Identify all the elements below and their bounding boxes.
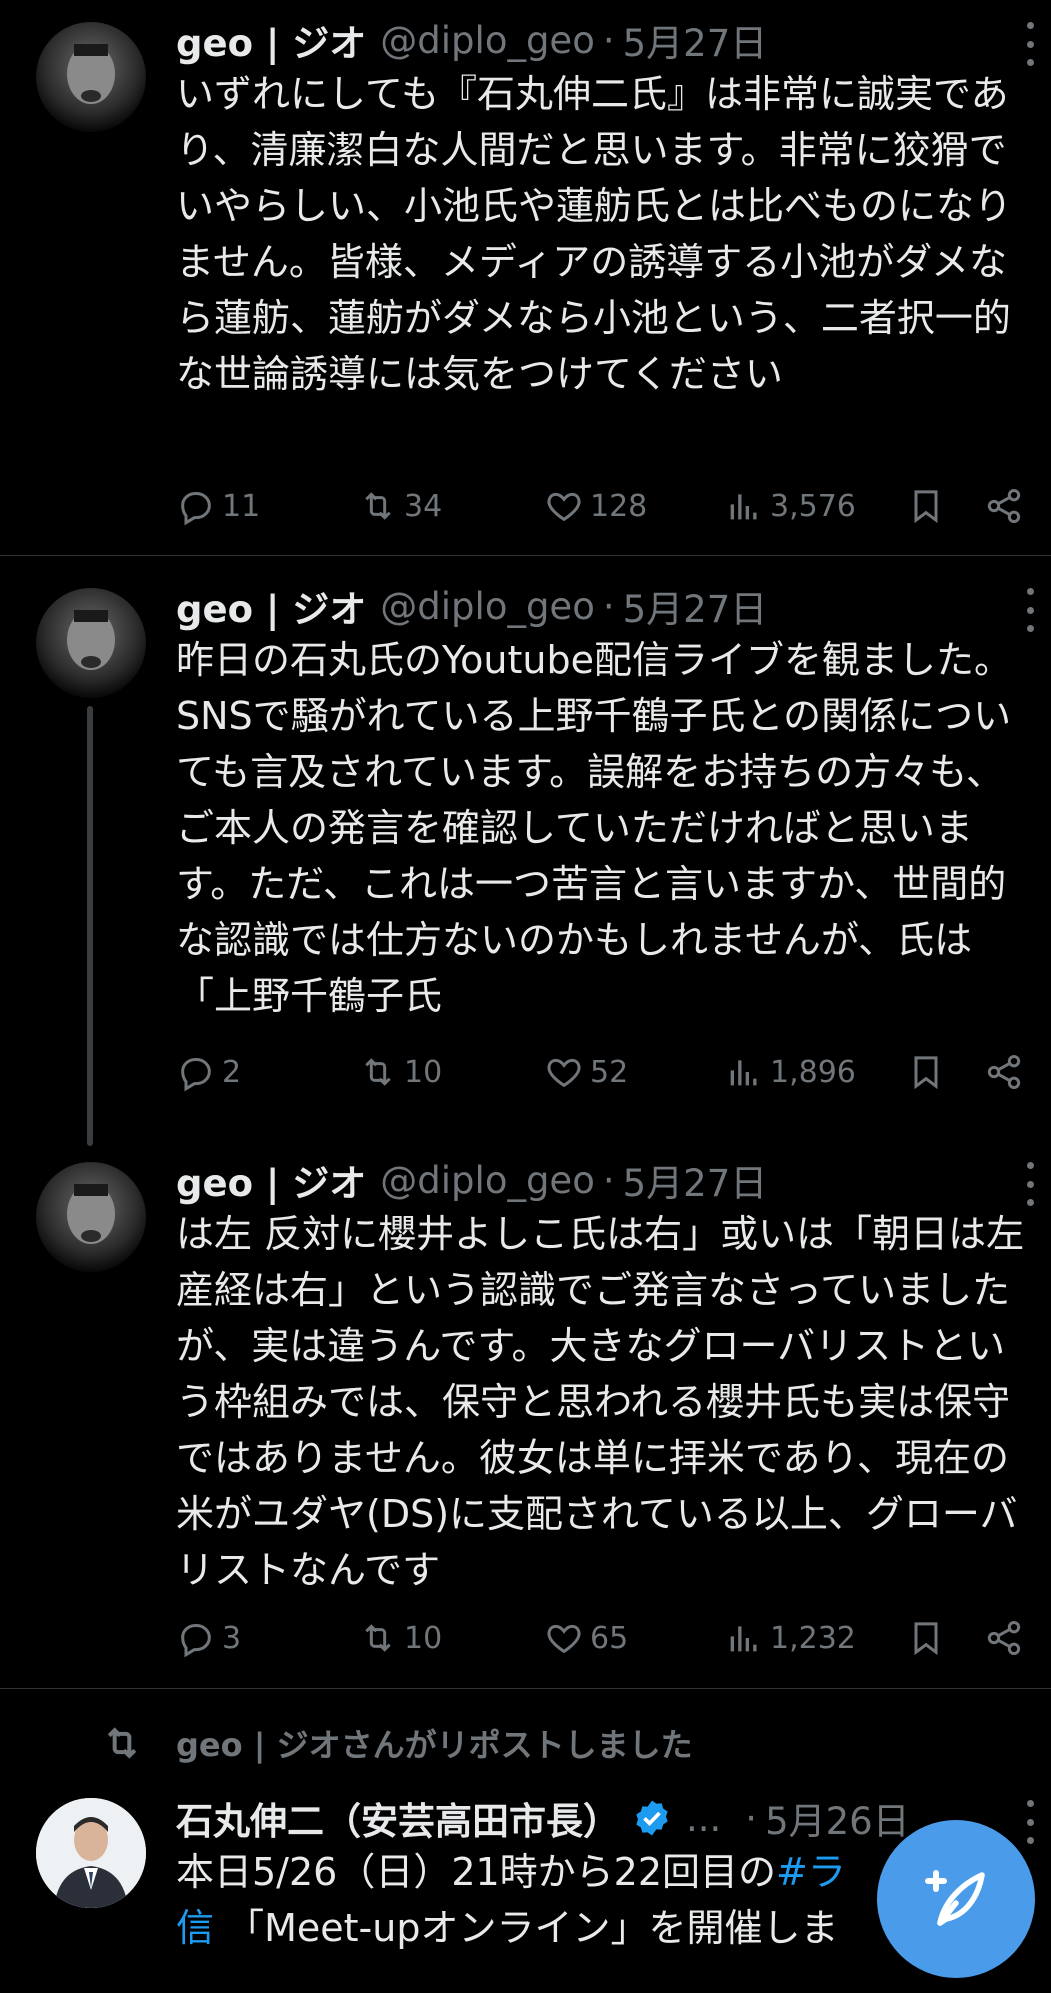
tweet-text-plain-2: 「Meet-upオンライン」を開催しま xyxy=(214,1906,839,1950)
avatar[interactable] xyxy=(36,1162,146,1272)
share-icon xyxy=(987,1621,1021,1655)
compose-button[interactable] xyxy=(877,1820,1035,1978)
repost-count: 34 xyxy=(404,488,443,524)
repost-button[interactable]: 10 xyxy=(358,1047,442,1097)
reply-icon xyxy=(181,1058,211,1092)
share-icon xyxy=(987,489,1021,523)
like-icon xyxy=(547,1058,581,1088)
repost-icon xyxy=(107,1726,137,1759)
like-button[interactable]: 128 xyxy=(544,481,647,531)
share-button[interactable] xyxy=(984,481,1030,531)
more-icon[interactable] xyxy=(1023,1800,1037,1844)
reply-count: 11 xyxy=(222,488,261,524)
tweet-text: は左 反対に櫻井よしこ氏は右」或いは「朝日は左 産経は右」という認識でご発言なさ… xyxy=(176,1212,1037,1592)
bookmark-icon xyxy=(914,490,938,524)
bookmark-button[interactable] xyxy=(906,1613,952,1663)
reply-button[interactable]: 11 xyxy=(176,481,260,531)
tweet[interactable]: geo | ジオ @diplo_geo · 5月27日 は左 反対に櫻井よしこ氏… xyxy=(0,1122,1051,1687)
bookmark-button[interactable] xyxy=(906,481,952,531)
separator-dot: · xyxy=(602,1158,615,1202)
view-count: 1,232 xyxy=(770,1620,856,1656)
author-name[interactable]: geo | ジオ xyxy=(176,13,366,67)
like-count: 65 xyxy=(590,1620,629,1656)
hashtag-link-continued[interactable]: 信 xyxy=(176,1906,214,1950)
bookmark-icon xyxy=(914,1622,938,1656)
reply-icon xyxy=(181,1624,211,1658)
tweet-date[interactable]: 5月27日 xyxy=(623,579,768,633)
author-handle[interactable]: @diplo_geo xyxy=(380,1159,595,1202)
tweet[interactable]: geo | ジオ @diplo_geo · 5月27日 昨日の石丸氏のYoutu… xyxy=(0,556,1051,1146)
more-icon[interactable] xyxy=(1023,22,1037,66)
separator-dot: · xyxy=(602,18,615,62)
separator-dot: · xyxy=(745,1796,758,1840)
bookmark-icon xyxy=(914,1056,938,1090)
views-button[interactable]: 1,232 xyxy=(724,1613,856,1663)
compose-icon xyxy=(925,1870,985,1926)
like-count: 128 xyxy=(590,488,648,524)
views-icon xyxy=(730,494,757,520)
tweet-text: いずれにしても『石丸伸二氏』は非常に誠実であり、清廉潔白な人間だと思います。非常… xyxy=(176,72,1013,396)
views-icon xyxy=(730,1626,757,1652)
like-count: 52 xyxy=(590,1054,629,1090)
hashtag-link[interactable]: #ラ xyxy=(776,1850,846,1894)
author-handle[interactable]: @diplo_geo xyxy=(380,585,595,628)
like-button[interactable]: 65 xyxy=(544,1613,628,1663)
tweet-actions: 11 34 128 3,576 xyxy=(176,481,1036,531)
views-icon xyxy=(730,1060,757,1086)
more-icon[interactable] xyxy=(1023,588,1037,632)
repost-button[interactable]: 10 xyxy=(358,1613,442,1663)
reply-button[interactable]: 3 xyxy=(176,1613,241,1663)
tweet-date[interactable]: 5月27日 xyxy=(623,1153,768,1207)
share-button[interactable] xyxy=(984,1613,1030,1663)
like-button[interactable]: 52 xyxy=(544,1047,628,1097)
repost-banner-text: geo | ジオさんがリポストしました xyxy=(176,1725,693,1764)
tweet-actions: 3 10 65 1,232 xyxy=(176,1613,1036,1663)
tweet-text-plain: 本日5/26（日）21時から22回目の xyxy=(176,1850,777,1894)
reply-count: 3 xyxy=(222,1620,242,1656)
avatar[interactable] xyxy=(36,22,146,132)
view-count: 3,576 xyxy=(770,488,856,524)
avatar[interactable] xyxy=(36,1798,146,1908)
author-name[interactable]: 石丸伸二（安芸高田市長） xyxy=(176,1791,620,1845)
repost-button[interactable]: 34 xyxy=(358,481,442,531)
tweet-actions: 2 10 52 1,896 xyxy=(176,1047,1036,1097)
bookmark-button[interactable] xyxy=(906,1047,952,1097)
share-button[interactable] xyxy=(984,1047,1030,1097)
thread-line xyxy=(87,706,93,1146)
like-icon xyxy=(547,1624,581,1654)
repost-icon xyxy=(365,1058,391,1086)
repost-banner[interactable]: geo | ジオさんがリポストしました xyxy=(100,1715,693,1770)
view-count: 1,896 xyxy=(770,1054,856,1090)
author-handle-truncated[interactable]: ... xyxy=(686,1797,721,1840)
more-icon[interactable] xyxy=(1023,1162,1037,1206)
author-name[interactable]: geo | ジオ xyxy=(176,579,366,633)
author-handle[interactable]: @diplo_geo xyxy=(380,19,595,62)
verified-icon xyxy=(636,1800,668,1836)
repost-icon xyxy=(365,492,391,520)
repost-count: 10 xyxy=(404,1054,443,1090)
reply-icon xyxy=(181,492,211,526)
reply-count: 2 xyxy=(222,1054,242,1090)
repost-count: 10 xyxy=(404,1620,443,1656)
share-icon xyxy=(987,1055,1021,1089)
views-button[interactable]: 3,576 xyxy=(724,481,856,531)
avatar[interactable] xyxy=(36,588,146,698)
tweet-text: 昨日の石丸氏のYoutube配信ライブを観ました。SNSで騒がれている上野千鶴子… xyxy=(176,638,1012,1018)
separator-dot: · xyxy=(602,584,615,628)
repost-icon xyxy=(365,1624,391,1652)
author-name[interactable]: geo | ジオ xyxy=(176,1153,366,1207)
divider xyxy=(0,1688,1051,1689)
reply-button[interactable]: 2 xyxy=(176,1047,241,1097)
tweet[interactable]: geo | ジオ @diplo_geo · 5月27日 いずれにしても『石丸伸二… xyxy=(0,0,1051,555)
views-button[interactable]: 1,896 xyxy=(724,1047,856,1097)
tweet-date[interactable]: 5月26日 xyxy=(765,1791,910,1845)
tweet-date[interactable]: 5月27日 xyxy=(623,13,768,67)
like-icon xyxy=(547,492,581,522)
